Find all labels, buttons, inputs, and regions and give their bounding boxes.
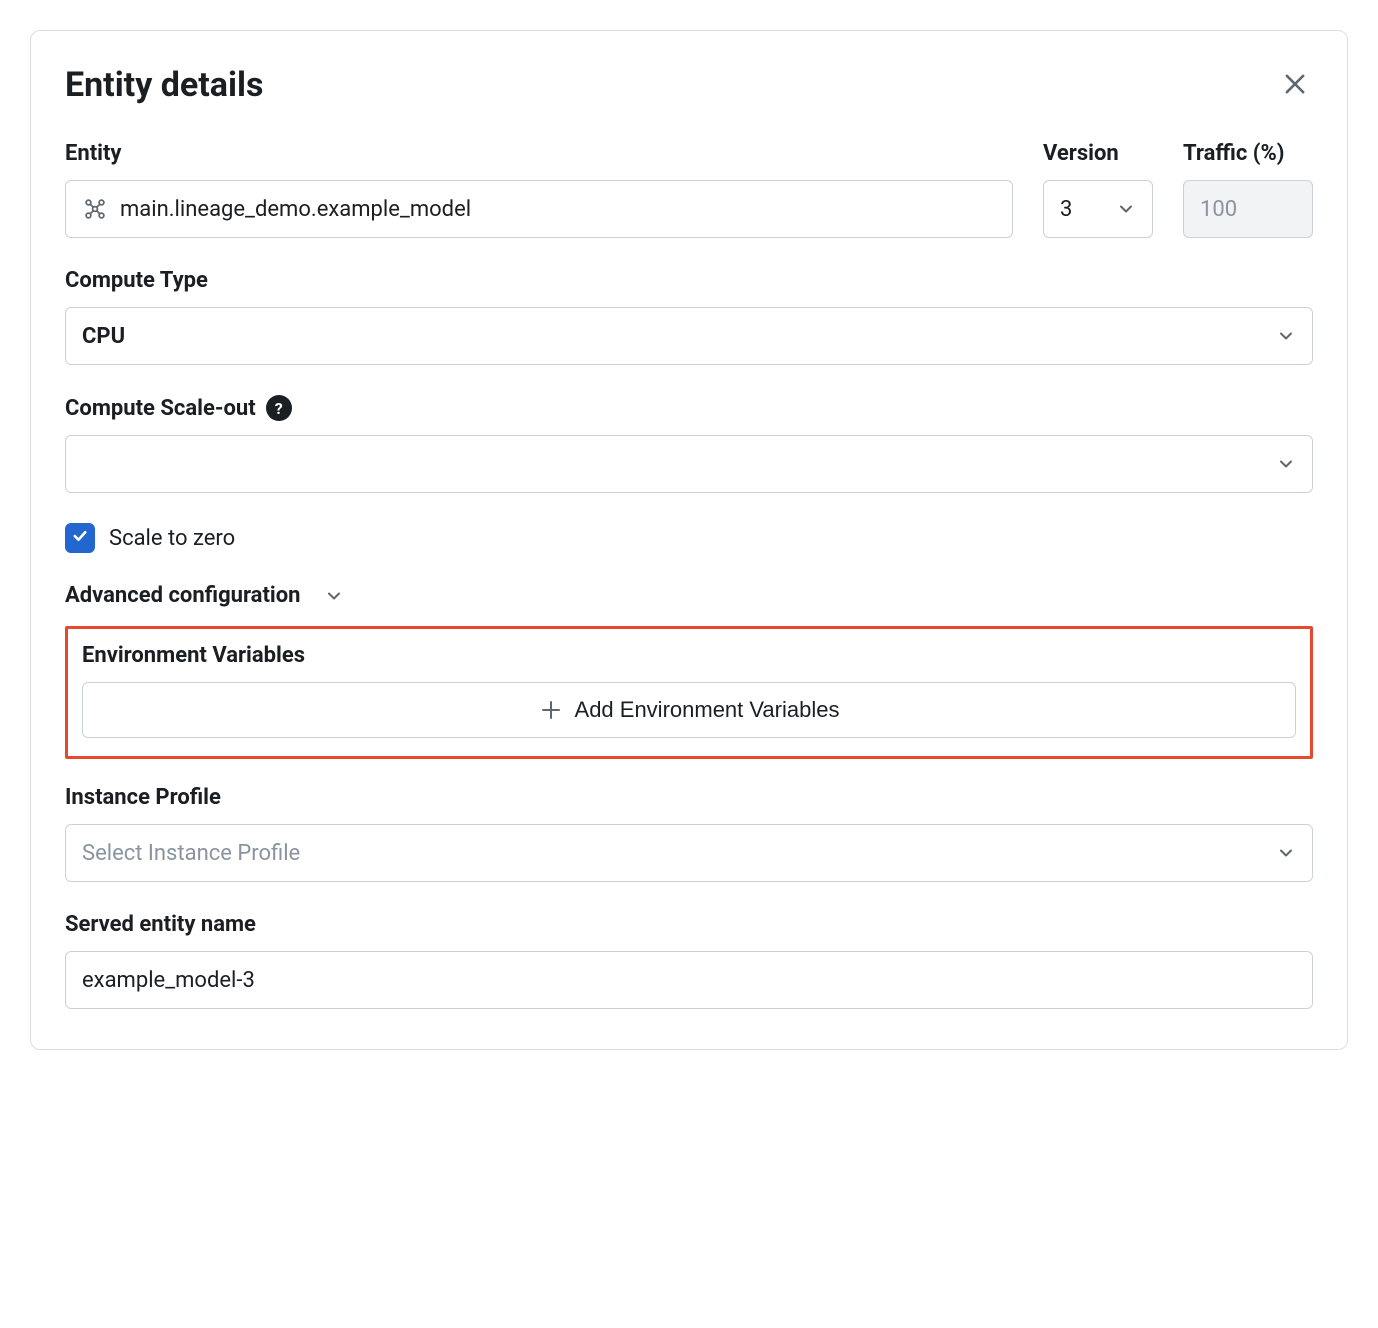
chevron-down-icon [324, 586, 344, 606]
traffic-value: 100 [1200, 197, 1296, 222]
compute-type-label: Compute Type [65, 268, 1313, 293]
version-field: Version 3 [1043, 141, 1153, 238]
traffic-label: Traffic (%) [1183, 141, 1313, 166]
compute-type-field: Compute Type CPU [65, 268, 1313, 365]
scale-to-zero-checkbox[interactable] [65, 523, 95, 553]
instance-profile-select[interactable]: Select Instance Profile [65, 824, 1313, 882]
chevron-down-icon [1276, 454, 1296, 474]
entity-field: Entity main.lineage_demo.example_model [65, 141, 1013, 238]
help-icon[interactable]: ? [266, 395, 292, 421]
served-entity-name-input[interactable] [65, 951, 1313, 1009]
instance-profile-field: Instance Profile Select Instance Profile [65, 785, 1313, 882]
env-vars-label: Environment Variables [82, 643, 1296, 668]
plus-icon [539, 698, 563, 722]
entity-select[interactable]: main.lineage_demo.example_model [65, 180, 1013, 238]
compute-scaleout-field: Compute Scale-out ? [65, 395, 1313, 493]
compute-scaleout-label: Compute Scale-out ? [65, 395, 1313, 421]
chevron-down-icon [1276, 843, 1296, 863]
instance-profile-label: Instance Profile [65, 785, 1313, 810]
add-env-vars-button[interactable]: Add Environment Variables [82, 682, 1296, 738]
panel-header: Entity details [65, 65, 1313, 105]
entity-label: Entity [65, 141, 1013, 166]
scale-to-zero-row: Scale to zero [65, 523, 1313, 553]
scale-to-zero-label: Scale to zero [109, 526, 235, 551]
panel-title: Entity details [65, 65, 263, 105]
version-value: 3 [1060, 197, 1106, 222]
advanced-config-toggle[interactable]: Advanced configuration [65, 583, 1313, 608]
served-entity-name-label: Served entity name [65, 912, 1313, 937]
add-env-vars-label: Add Environment Variables [575, 697, 840, 723]
traffic-field: Traffic (%) 100 [1183, 141, 1313, 238]
chevron-down-icon [1116, 199, 1136, 219]
served-entity-name-field: Served entity name [65, 912, 1313, 1009]
entity-version-traffic-row: Entity main.lineage_demo.example_model V… [65, 141, 1313, 238]
compute-type-select[interactable]: CPU [65, 307, 1313, 365]
compute-type-value: CPU [82, 324, 1266, 349]
compute-scaleout-label-text: Compute Scale-out [65, 396, 256, 421]
model-icon [82, 196, 108, 222]
close-button[interactable] [1277, 66, 1313, 105]
compute-scaleout-select[interactable] [65, 435, 1313, 493]
entity-details-panel: Entity details Entity main.lineage_demo.… [30, 30, 1348, 1050]
entity-value: main.lineage_demo.example_model [120, 197, 996, 222]
version-label: Version [1043, 141, 1153, 166]
instance-profile-placeholder: Select Instance Profile [82, 841, 1266, 866]
close-icon [1281, 86, 1309, 101]
traffic-input: 100 [1183, 180, 1313, 238]
advanced-config-label: Advanced configuration [65, 583, 300, 608]
chevron-down-icon [1276, 326, 1296, 346]
check-icon [71, 527, 89, 549]
env-vars-highlight: Environment Variables Add Environment Va… [65, 626, 1313, 759]
version-select[interactable]: 3 [1043, 180, 1153, 238]
